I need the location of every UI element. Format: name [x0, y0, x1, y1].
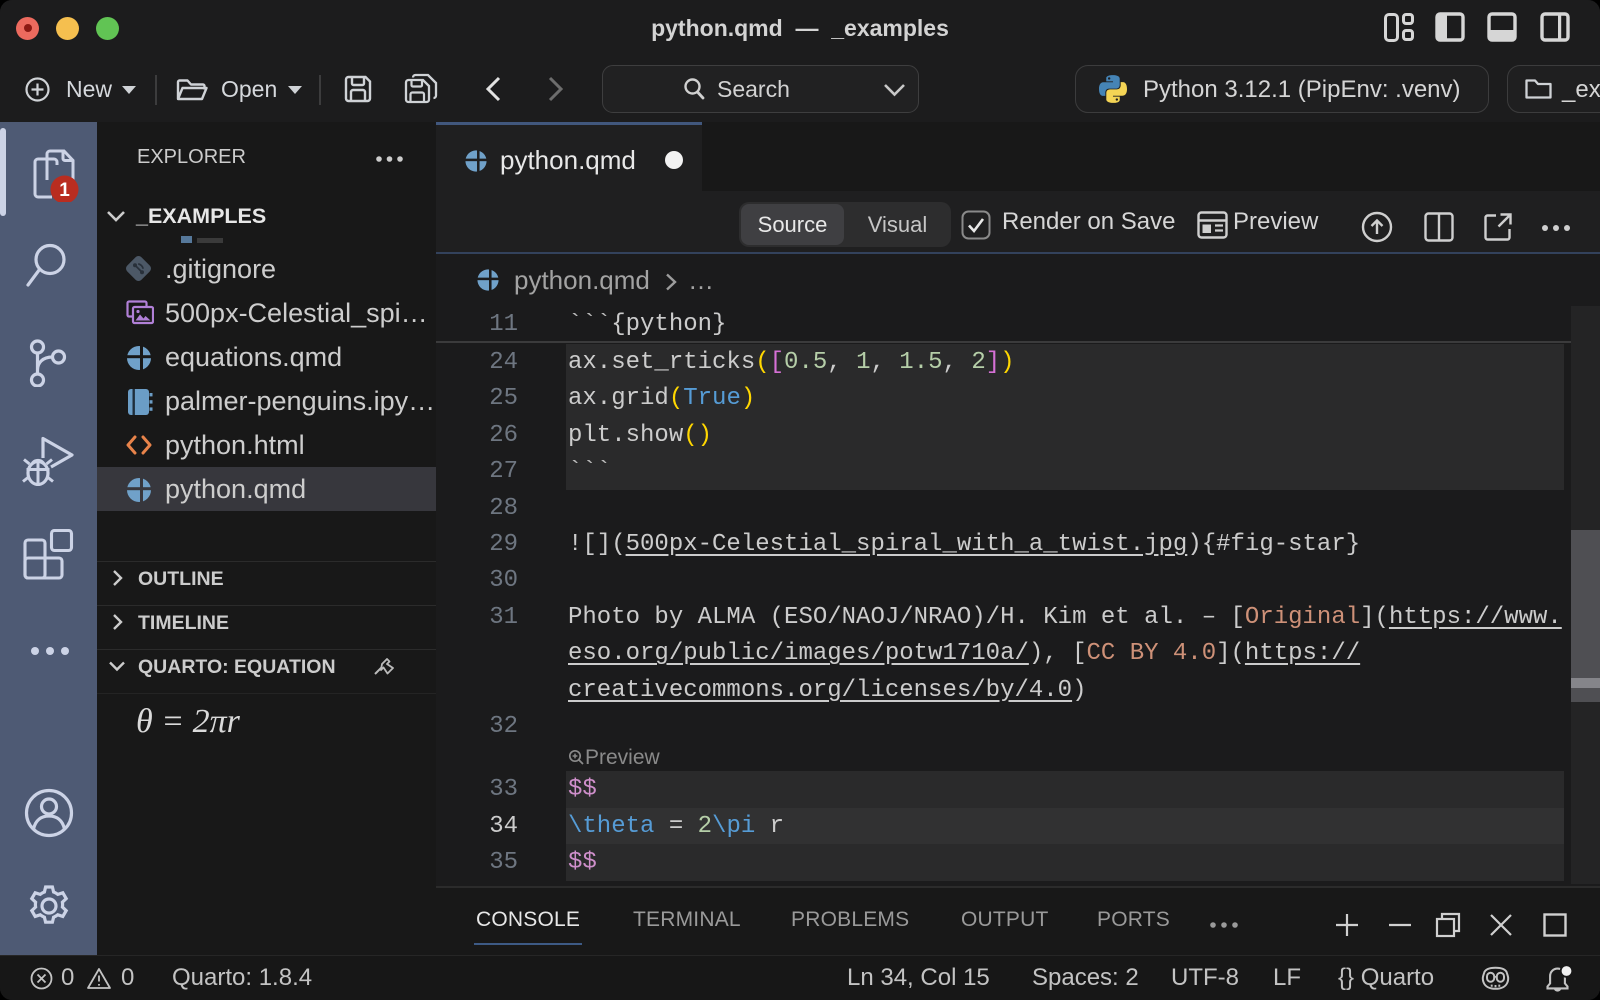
svg-text:1: 1 [59, 180, 70, 201]
